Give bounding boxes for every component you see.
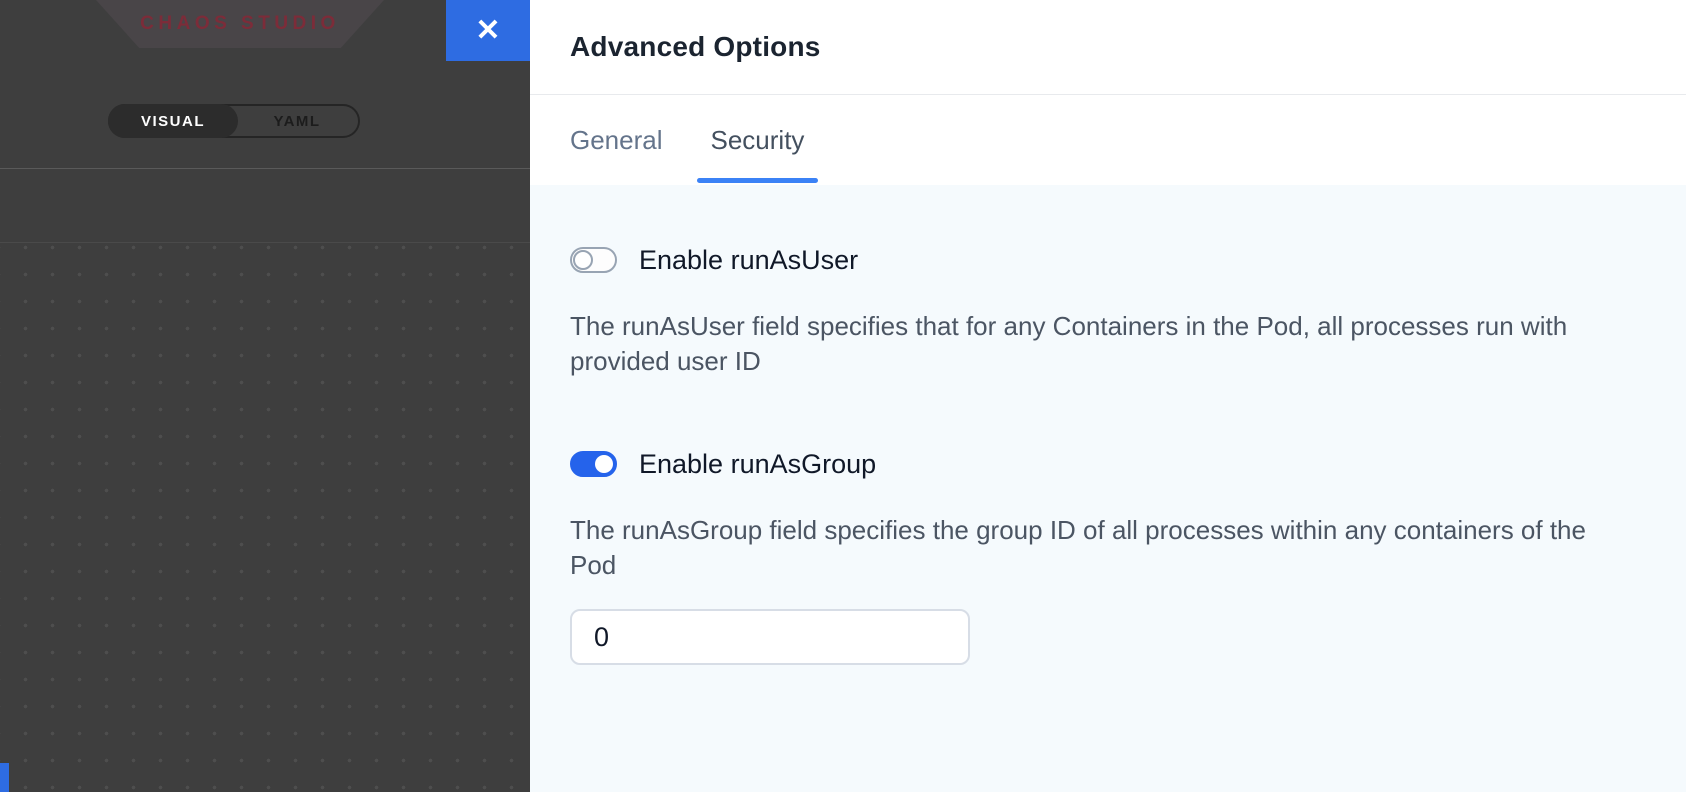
canvas-corner-accent [0,763,9,792]
advanced-options-drawer: Advanced Options General Security Enable… [530,0,1686,792]
drawer-header: Advanced Options [530,0,1686,95]
tab-general[interactable]: General [556,95,677,185]
brand-title: CHAOS STUDIO [140,13,340,35]
tab-security[interactable]: Security [697,95,819,185]
drawer-tabs: General Security [530,95,1686,185]
group-id-field-wrap [570,609,1646,665]
toggle-knob [595,455,613,473]
editor-canvas[interactable] [0,243,530,792]
drawer-content: Enable runAsUser The runAsUser field spe… [530,185,1686,792]
run-as-user-toggle[interactable] [570,247,617,273]
run-as-user-row: Enable runAsUser [570,245,1646,275]
run-as-group-label: Enable runAsGroup [639,449,876,480]
run-as-user-label: Enable runAsUser [639,245,858,276]
brand-banner: CHAOS STUDIO [96,0,384,48]
group-id-input[interactable] [570,609,970,665]
yaml-mode-button[interactable]: YAML [236,106,358,136]
drawer-close-button[interactable]: ✕ [446,0,530,61]
editor-panel: CHAOS STUDIO VISUAL YAML [0,0,530,792]
drawer-title: Advanced Options [570,31,821,63]
toggle-knob [573,250,593,270]
run-as-user-description: The runAsUser field specifies that for a… [570,309,1590,379]
close-icon: ✕ [475,13,500,48]
visual-mode-button[interactable]: VISUAL [108,104,238,138]
run-as-group-description: The runAsGroup field specifies the group… [570,513,1590,583]
view-mode-toggle[interactable]: VISUAL YAML [108,104,360,138]
run-as-group-row: Enable runAsGroup [570,449,1646,479]
run-as-group-toggle[interactable] [570,451,617,477]
